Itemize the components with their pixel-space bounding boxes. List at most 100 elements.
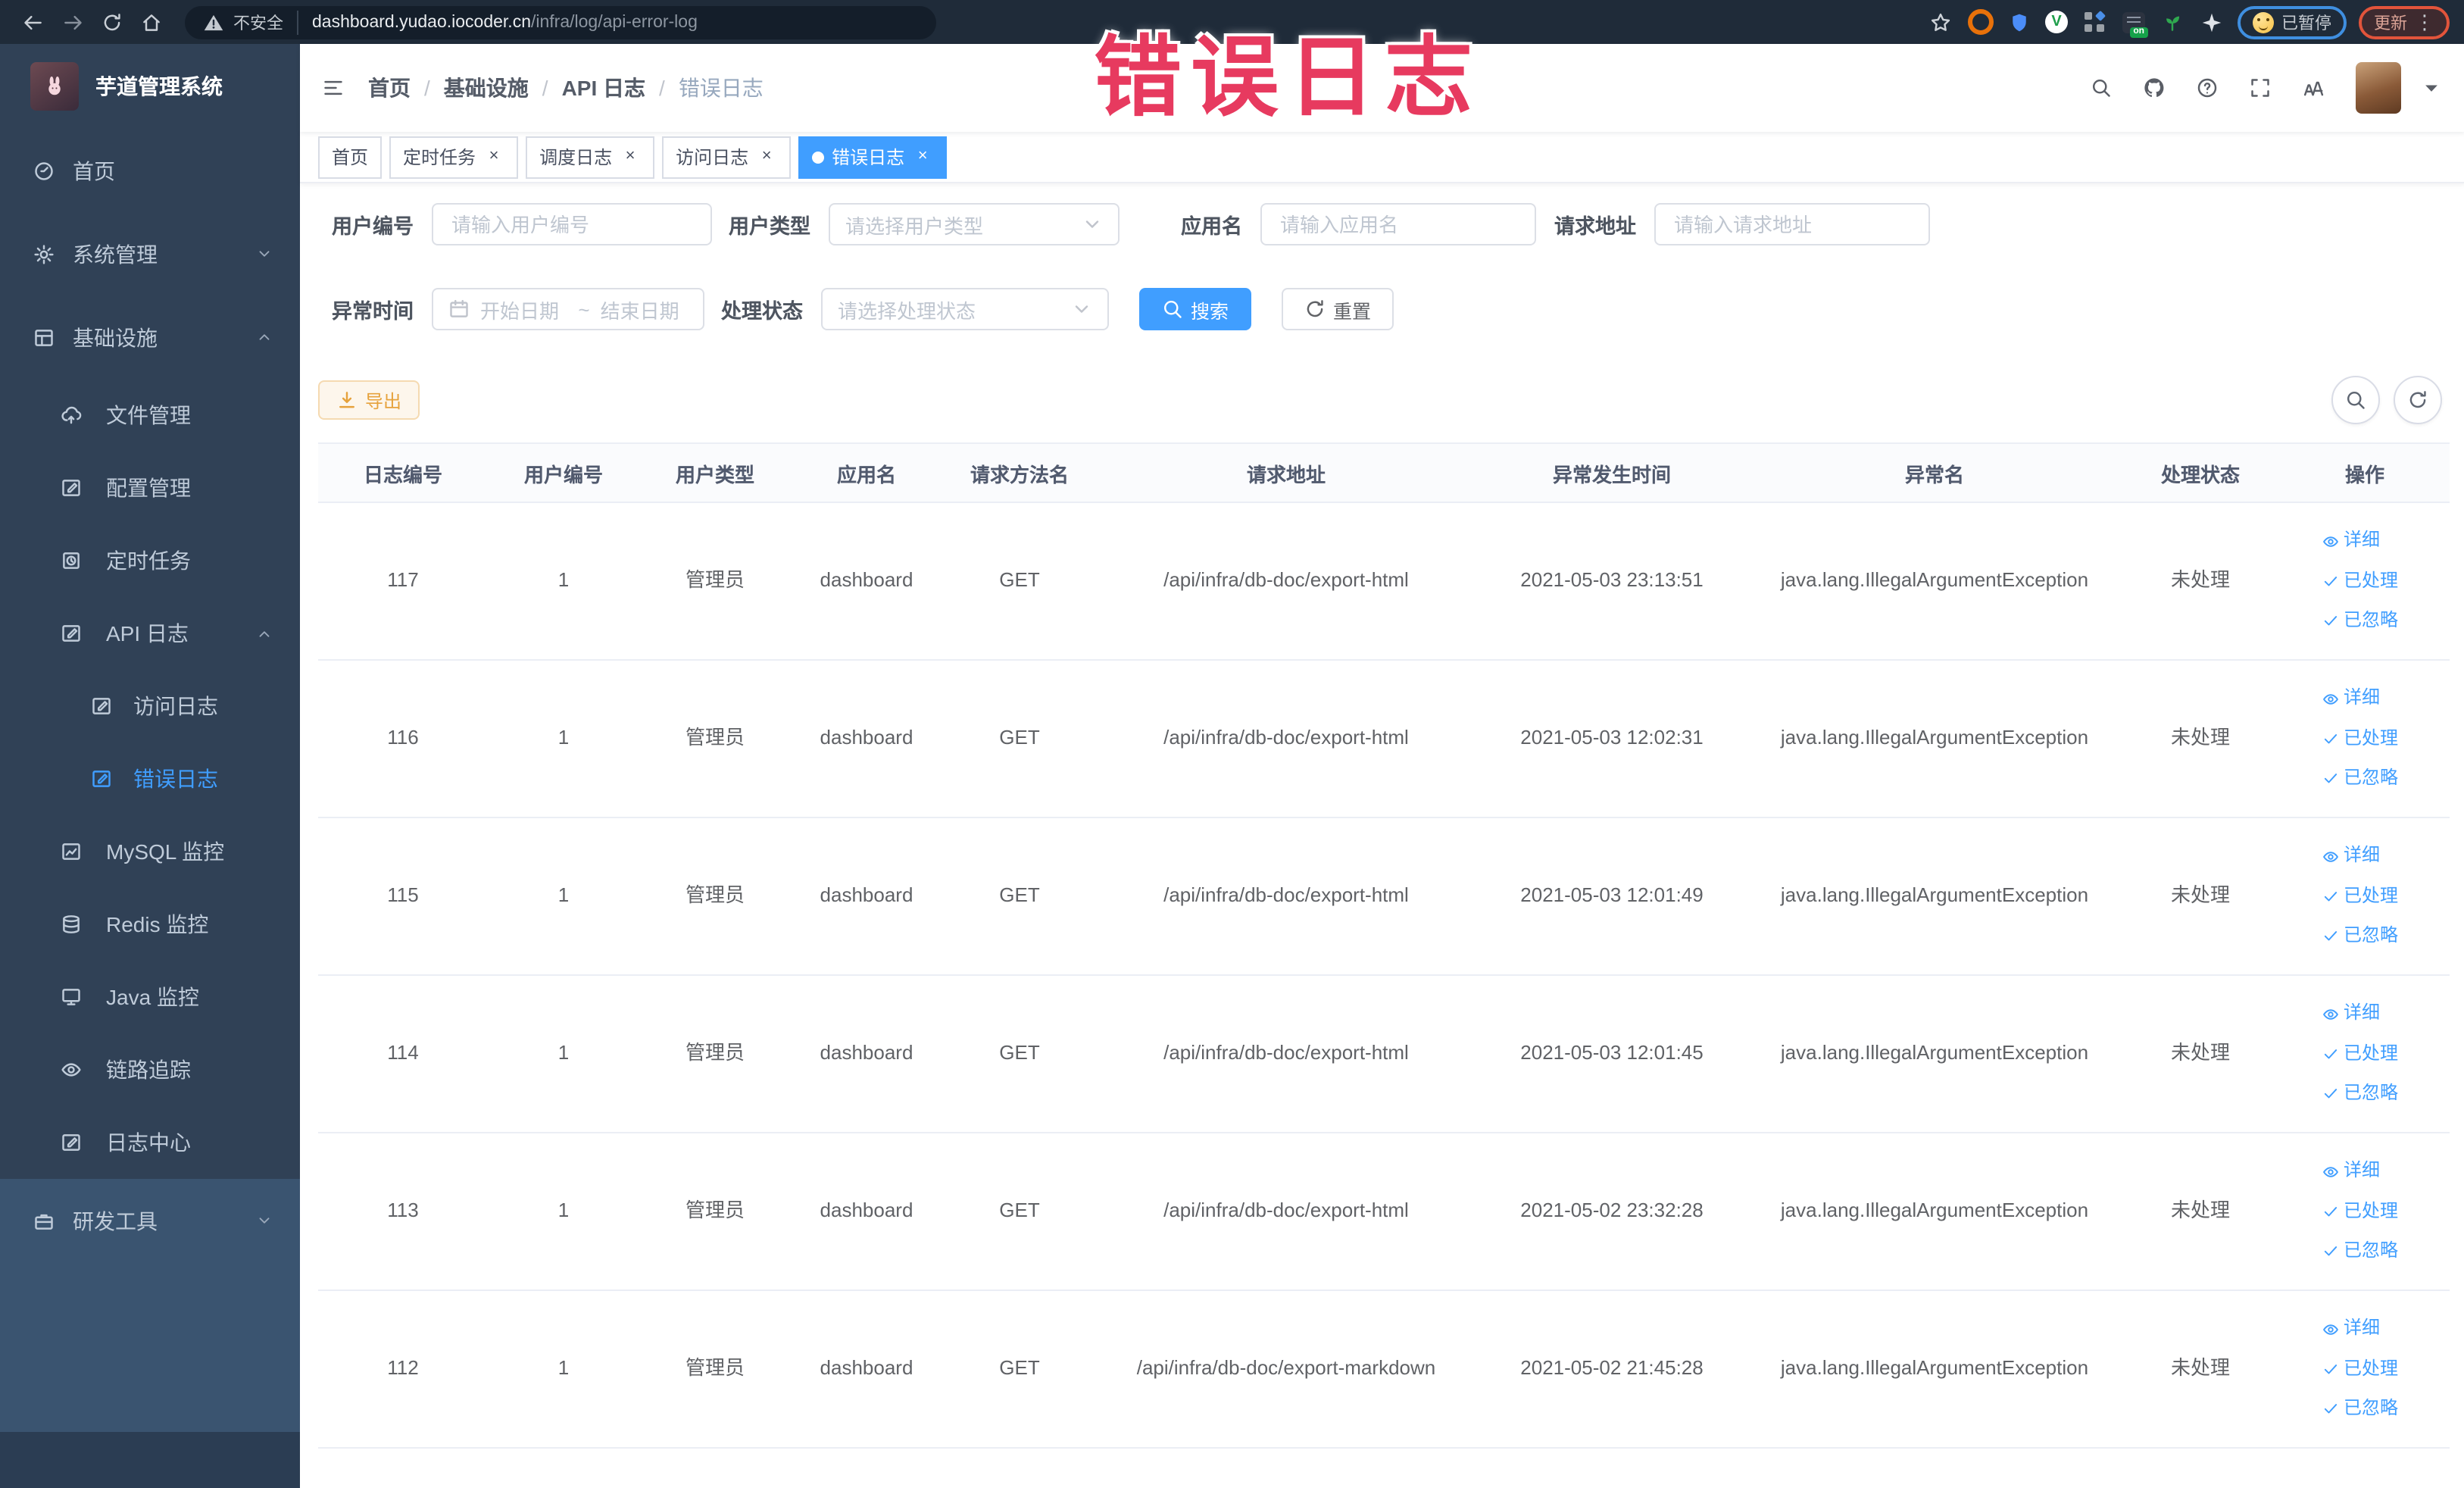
action-详细[interactable]: 详细 xyxy=(2322,528,2380,555)
toggle-search-button[interactable] xyxy=(2331,376,2380,424)
action-已处理[interactable]: 已处理 xyxy=(2322,1041,2398,1068)
extension-grid-icon[interactable] xyxy=(2080,8,2107,36)
close-tab-icon[interactable]: × xyxy=(912,146,933,167)
action-已处理[interactable]: 已处理 xyxy=(2322,726,2398,752)
sidebar-item-Redis 监控[interactable]: Redis 监控 xyxy=(0,888,300,961)
action-已忽略[interactable]: 已忽略 xyxy=(2322,1238,2398,1264)
tab-访问日志[interactable]: 访问日志 × xyxy=(662,136,792,178)
font-size-icon[interactable] xyxy=(2303,77,2324,98)
breadcrumb-item[interactable]: 基础设施 xyxy=(444,73,529,103)
user-id-input[interactable] xyxy=(432,203,712,245)
close-tab-icon[interactable]: × xyxy=(756,146,777,167)
action-详细[interactable]: 详细 xyxy=(2322,843,2380,870)
app-logo-row[interactable]: 芋道管理系统 xyxy=(0,44,300,129)
user-avatar[interactable] xyxy=(2356,62,2401,114)
sidebar-item-链路追踪[interactable]: 链路追踪 xyxy=(0,1033,300,1106)
action-已处理[interactable]: 已处理 xyxy=(2322,1199,2398,1225)
breadcrumb-item[interactable]: 首页 xyxy=(368,73,411,103)
sidebar-toggle-icon[interactable] xyxy=(323,77,344,98)
action-已忽略[interactable]: 已忽略 xyxy=(2322,765,2398,792)
browser-back-button[interactable] xyxy=(15,4,52,40)
cell-app: dashboard xyxy=(820,726,913,749)
close-tab-icon[interactable]: × xyxy=(483,146,504,167)
cell-user_id: 1 xyxy=(557,1041,570,1064)
github-icon[interactable] xyxy=(2144,77,2165,98)
browser-forward-button[interactable] xyxy=(55,4,91,40)
export-button[interactable]: 导出 xyxy=(318,380,420,420)
app-name-input[interactable] xyxy=(1260,203,1536,245)
sidebar-item-定时任务[interactable]: 定时任务 xyxy=(0,524,300,597)
cell-user_id: 1 xyxy=(557,883,570,907)
refresh-icon xyxy=(2409,391,2426,408)
sidebar-item-MySQL 监控[interactable]: MySQL 监控 xyxy=(0,815,300,888)
browser-home-button[interactable] xyxy=(133,4,170,40)
sidebar-item-错误日志[interactable]: 错误日志 xyxy=(0,742,300,815)
action-已忽略[interactable]: 已忽略 xyxy=(2322,1396,2398,1422)
fullscreen-icon[interactable] xyxy=(2250,77,2271,98)
help-icon[interactable] xyxy=(2197,77,2218,98)
sidebar-item-日志中心[interactable]: 日志中心 xyxy=(0,1106,300,1179)
filter-row-2: 异常时间 开始日期 ~ 结束日期 处理状态 请选择处理状态 搜索 重置 xyxy=(318,288,2450,330)
search-button[interactable]: 搜索 xyxy=(1139,288,1252,330)
profile-paused-chip[interactable]: 已暂停 xyxy=(2238,5,2347,39)
extension-plant-icon[interactable] xyxy=(2159,8,2186,36)
header-actions xyxy=(2091,62,2442,114)
process-status-select[interactable]: 请选择处理状态 xyxy=(821,288,1109,330)
sidebar-item-系统管理[interactable]: 系统管理 xyxy=(0,212,300,295)
action-已处理[interactable]: 已处理 xyxy=(2322,1356,2398,1383)
browser-reload-button[interactable] xyxy=(94,4,130,40)
extension-switch-icon[interactable]: on xyxy=(2119,8,2147,37)
action-已处理[interactable]: 已处理 xyxy=(2322,568,2398,595)
extension-v-icon[interactable]: V xyxy=(2045,11,2068,33)
extensions-puzzle-icon[interactable] xyxy=(2198,8,2225,36)
request-url-input[interactable] xyxy=(1654,203,1930,245)
table-toolbar: 导出 xyxy=(318,376,2450,424)
sidebar-item-访问日志[interactable]: 访问日志 xyxy=(0,670,300,742)
header-search-icon[interactable] xyxy=(2091,77,2112,98)
sidebar-item-基础设施[interactable]: 基础设施 xyxy=(0,295,300,379)
action-详细[interactable]: 详细 xyxy=(2322,1316,2380,1343)
exception-time-range-picker[interactable]: 开始日期 ~ 结束日期 xyxy=(432,288,704,330)
breadcrumb-item: 错误日志 xyxy=(678,76,764,100)
action-详细[interactable]: 详细 xyxy=(2322,686,2380,712)
cell-user_id: 1 xyxy=(557,1199,570,1222)
close-tab-icon[interactable]: × xyxy=(620,146,641,167)
tab-定时任务[interactable]: 定时任务 × xyxy=(389,136,519,178)
reset-button[interactable]: 重置 xyxy=(1282,288,1394,330)
action-已忽略[interactable]: 已忽略 xyxy=(2322,608,2398,634)
trace-icon xyxy=(61,1063,81,1077)
bookmark-star-icon[interactable] xyxy=(1927,8,1954,36)
extension-shield-icon[interactable] xyxy=(2006,8,2033,36)
mysql-icon xyxy=(62,843,80,860)
sidebar-item-Java 监控[interactable]: Java 监控 xyxy=(0,961,300,1033)
table-row: 114 1 管理员 dashboard GET/api/infra/db-doc/exp… xyxy=(318,976,2450,1133)
refresh-table-button[interactable] xyxy=(2394,376,2442,424)
site-security-indicator[interactable]: 不安全 xyxy=(203,10,298,34)
cell-time: 2021-05-03 23:13:51 xyxy=(1520,568,1704,592)
user-type-select[interactable]: 请选择用户类型 xyxy=(829,203,1120,245)
action-已忽略[interactable]: 已忽略 xyxy=(2322,1080,2398,1107)
action-已处理[interactable]: 已处理 xyxy=(2322,883,2398,910)
sidebar-item-研发工具[interactable]: 研发工具 xyxy=(0,1179,300,1262)
browser-menu-icon[interactable]: ⋮ xyxy=(2415,10,2434,34)
browser-update-chip[interactable]: 更新 ⋮ xyxy=(2359,5,2450,39)
tab-label: 调度日志 xyxy=(539,147,613,168)
sidebar-item-配置管理[interactable]: 配置管理 xyxy=(0,452,300,524)
check-icon xyxy=(2324,774,2338,784)
sidebar-item-文件管理[interactable]: 文件管理 xyxy=(0,379,300,452)
action-详细[interactable]: 详细 xyxy=(2322,1001,2380,1027)
action-已忽略[interactable]: 已忽略 xyxy=(2322,923,2398,949)
action-详细[interactable]: 详细 xyxy=(2322,1158,2380,1185)
breadcrumb-item[interactable]: API 日志 xyxy=(562,73,645,103)
cell-app: dashboard xyxy=(820,1356,913,1380)
address-bar[interactable]: 不安全 dashboard.yudao.iocoder.cn/infra/log… xyxy=(185,5,936,39)
sidebar-item-API 日志[interactable]: API 日志 xyxy=(0,597,300,670)
extension-orange-icon[interactable] xyxy=(1966,8,1994,36)
tab-调度日志[interactable]: 调度日志 × xyxy=(526,136,655,178)
tab-错误日志[interactable]: 错误日志 × xyxy=(798,136,948,178)
redis-icon xyxy=(63,915,80,933)
user-menu-caret-icon[interactable] xyxy=(2421,77,2442,98)
sidebar-item-label: 文件管理 xyxy=(106,403,191,427)
sidebar-item-首页[interactable]: 首页 xyxy=(0,129,300,212)
tab-首页[interactable]: 首页 xyxy=(318,136,383,178)
